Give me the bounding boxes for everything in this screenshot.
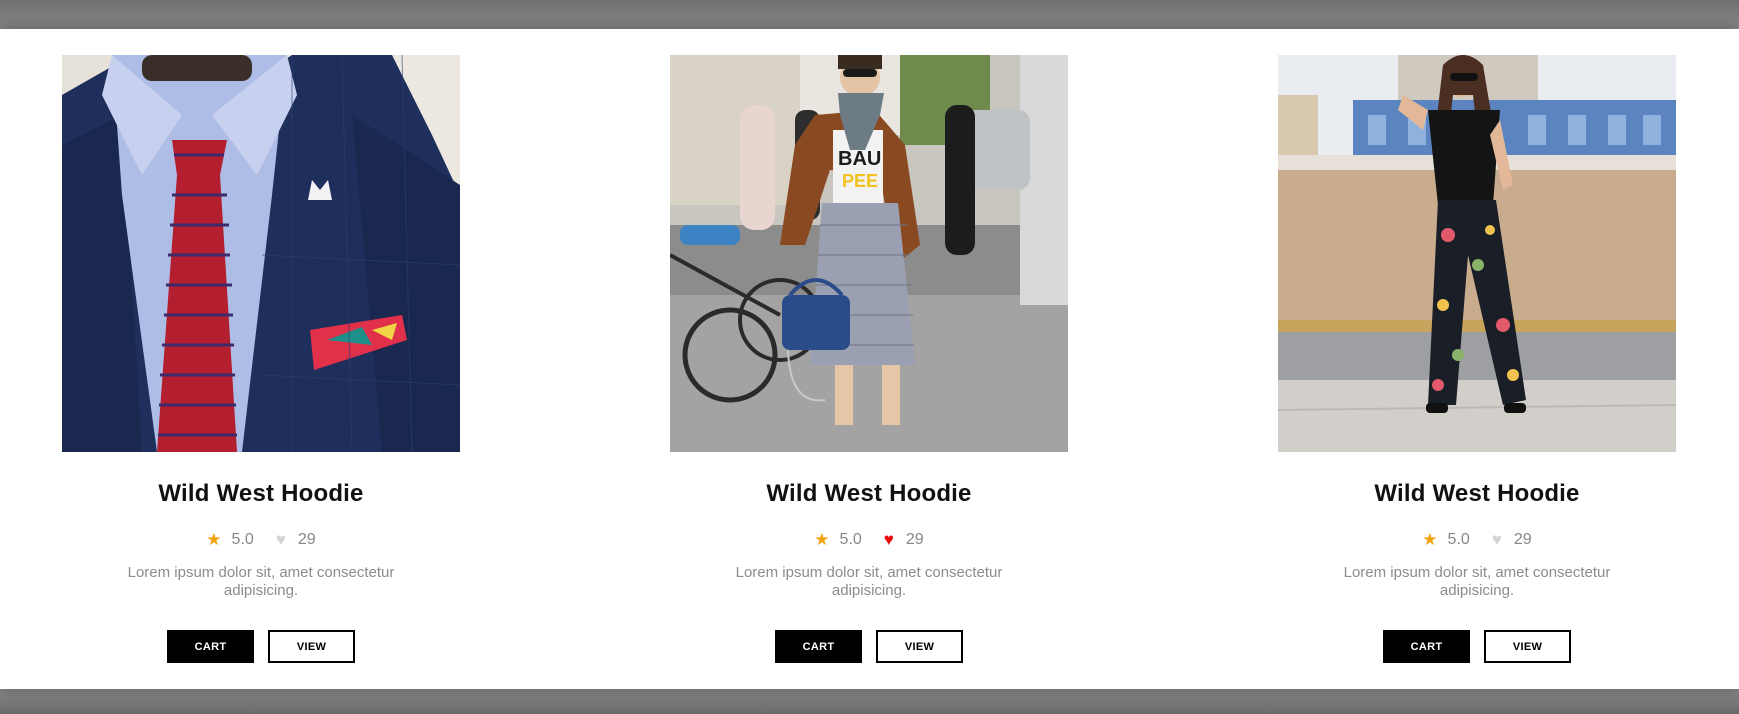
product-likes: 29 xyxy=(905,531,924,548)
product-card: Wild West Hoodie ★ 5.0 ♥ 29 Lorem ipsum … xyxy=(62,55,460,663)
product-actions: CART VIEW xyxy=(1278,630,1676,663)
product-title: Wild West Hoodie xyxy=(158,480,364,507)
product-description: Lorem ipsum dolor sit, amet consectetur … xyxy=(127,564,395,599)
view-button[interactable]: VIEW xyxy=(1484,630,1571,663)
window-top-shade xyxy=(0,0,1739,32)
svg-text:PEE: PEE xyxy=(842,171,878,191)
product-description: Lorem ipsum dolor sit, amet consectetur … xyxy=(735,564,1003,599)
product-title: Wild West Hoodie xyxy=(766,480,972,507)
product-card: BAU PEE Wild West Hoodie ★ 5.0 ♥ 29 Lore… xyxy=(670,55,1068,663)
heart-icon[interactable]: ♥ xyxy=(884,530,894,550)
window-bottom-shade xyxy=(0,688,1739,714)
view-button[interactable]: VIEW xyxy=(876,630,963,663)
star-icon: ★ xyxy=(206,530,222,549)
product-image-woman-street[interactable]: BAU PEE xyxy=(670,55,1068,452)
heart-icon[interactable]: ♥ xyxy=(1492,530,1502,550)
product-image-man-suit[interactable] xyxy=(62,55,460,452)
product-rating: 5.0 xyxy=(1447,531,1470,548)
product-likes: 29 xyxy=(1513,531,1532,548)
cart-button[interactable]: CART xyxy=(167,630,254,663)
product-grid: Wild West Hoodie ★ 5.0 ♥ 29 Lorem ipsum … xyxy=(0,29,1739,689)
star-icon: ★ xyxy=(1422,530,1438,549)
product-actions: CART VIEW xyxy=(670,630,1068,663)
product-rating: 5.0 xyxy=(231,531,254,548)
product-meta: ★ 5.0 ♥ 29 xyxy=(670,530,1068,550)
product-card: Wild West Hoodie ★ 5.0 ♥ 29 Lorem ipsum … xyxy=(1278,55,1676,663)
product-title: Wild West Hoodie xyxy=(1374,480,1580,507)
heart-icon[interactable]: ♥ xyxy=(276,530,286,550)
svg-text:BAU: BAU xyxy=(838,148,881,170)
cart-button[interactable]: CART xyxy=(1383,630,1470,663)
view-button[interactable]: VIEW xyxy=(268,630,355,663)
product-image-woman-floral[interactable] xyxy=(1278,55,1676,452)
cart-button[interactable]: CART xyxy=(775,630,862,663)
product-meta: ★ 5.0 ♥ 29 xyxy=(1278,530,1676,550)
product-meta: ★ 5.0 ♥ 29 xyxy=(62,530,460,550)
product-description: Lorem ipsum dolor sit, amet consectetur … xyxy=(1343,564,1611,599)
product-likes: 29 xyxy=(297,531,316,548)
product-rating: 5.0 xyxy=(839,531,862,548)
star-icon: ★ xyxy=(814,530,830,549)
product-actions: CART VIEW xyxy=(62,630,460,663)
